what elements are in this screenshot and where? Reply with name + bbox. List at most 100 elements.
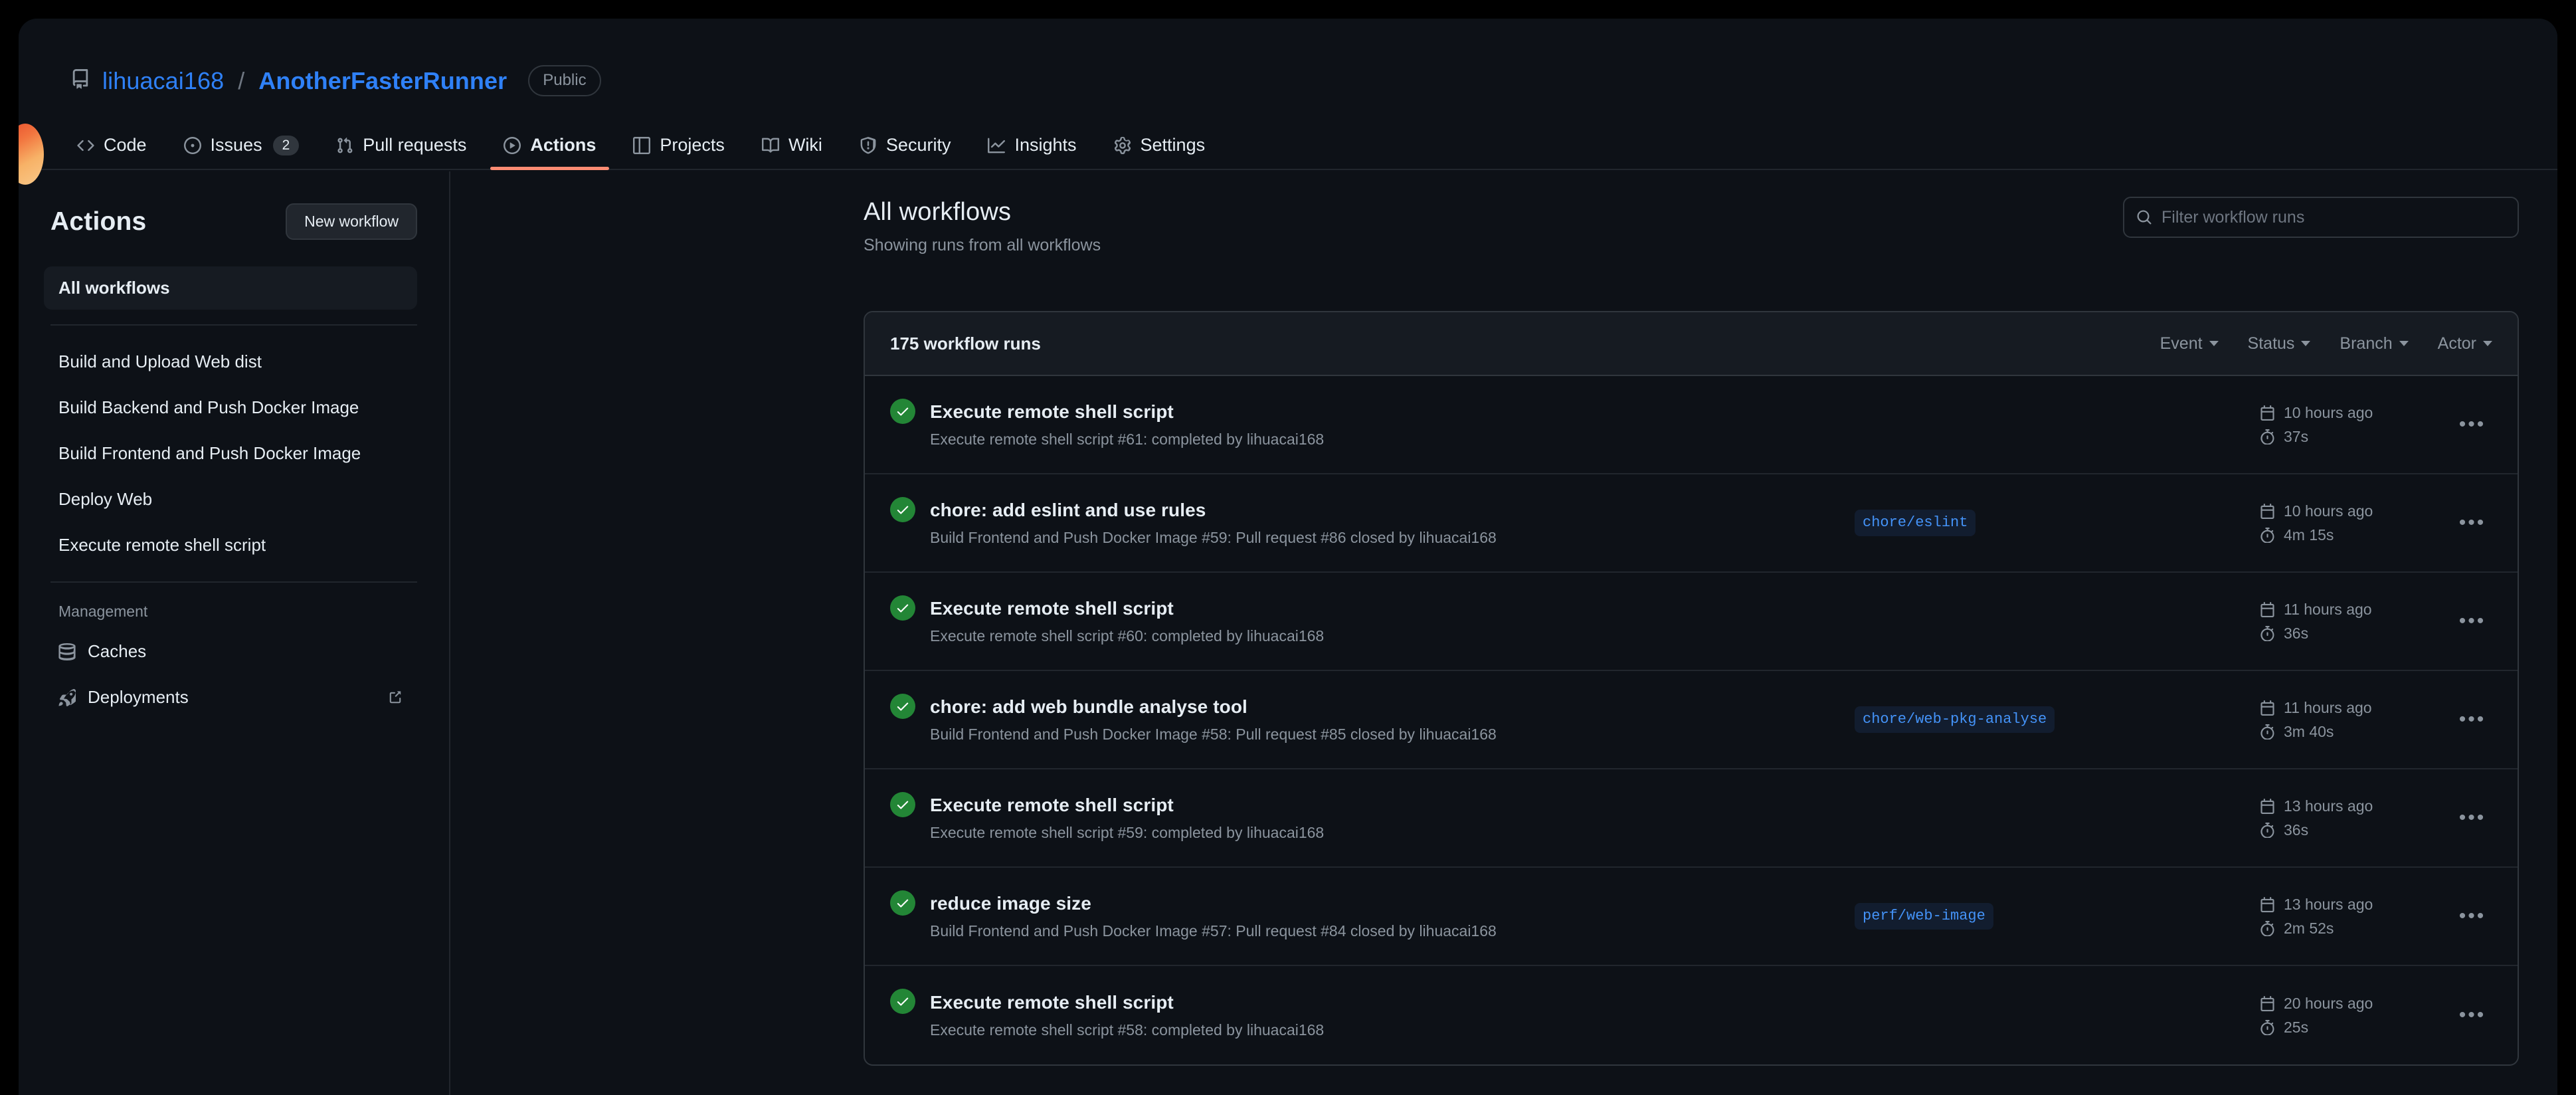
run-branch-cell: perf/web-image [1848,902,2260,930]
run-meta: Build Frontend and Push Docker Image #58… [930,725,1497,743]
filter-status-dropdown[interactable]: Status [2248,334,2311,353]
status-success-icon [890,497,915,522]
actions-sidebar: Actions New workflow All workflows Build… [19,171,450,1095]
run-title-link[interactable]: Execute remote shell script [930,598,1848,619]
run-title-link[interactable]: Execute remote shell script [930,401,1848,423]
branch-tag[interactable]: chore/eslint [1855,509,1976,537]
row-options-button[interactable]: ••• [2452,906,2492,926]
branch-tag[interactable]: perf/web-image [1855,902,1993,930]
sidebar-item-workflow-3[interactable]: Deploy Web [44,478,417,521]
run-meta: Execute remote shell script #60: complet… [930,627,1325,645]
table-row-2[interactable]: Execute remote shell script Execute remo… [865,573,2518,671]
row-options-button[interactable]: ••• [2452,808,2492,828]
page-title: Actions [50,207,147,236]
sidebar-item-workflow-4[interactable]: Execute remote shell script [44,524,417,567]
sidebar-item-caches[interactable]: Caches [44,630,417,673]
status-success-icon [890,595,915,621]
tab-issues[interactable]: Issues 2 [171,135,313,170]
workflow-runs-filters: Event Status Branch Actor [2160,334,2492,353]
new-workflow-button[interactable]: New workflow [286,203,417,240]
row-options-button[interactable]: ••• [2452,611,2492,631]
table-row-6[interactable]: Execute remote shell script Execute remo… [865,966,2518,1064]
run-branch-cell: chore/eslint [1848,509,2260,537]
calendar-icon [2260,995,2275,1011]
visibility-badge: Public [528,65,601,96]
tab-label: Code [104,135,147,155]
filter-actor-dropdown[interactable]: Actor [2438,334,2492,353]
run-timestamp: 10 hours ago [2260,502,2452,520]
row-options-button[interactable]: ••• [2452,415,2492,435]
workflow-runs-toolbar: 175 workflow runs Event Status Branch Ac… [865,312,2518,376]
branch-tag[interactable]: chore/web-pkg-analyse [1855,706,2055,734]
search-icon [2136,209,2152,225]
tab-label: Insights [1014,135,1077,155]
sidebar-item-label: Caches [88,641,147,661]
calendar-icon [2260,601,2275,617]
main-content: All workflows Showing runs from all work… [452,171,2557,1095]
chevron-down-icon [2209,341,2219,346]
run-duration: 4m 15s [2260,526,2452,544]
run-info: Execute remote shell script Execute remo… [930,401,1848,448]
row-options-button[interactable]: ••• [2452,710,2492,730]
tab-actions[interactable]: Actions [490,135,610,170]
tab-pull-requests[interactable]: Pull requests [323,135,480,170]
filter-branch-dropdown[interactable]: Branch [2340,334,2409,353]
stopwatch-icon [2260,822,2275,838]
run-time-cell: 11 hours ago 36s [2260,601,2452,643]
run-duration: 25s [2260,1019,2452,1037]
table-row-1[interactable]: chore: add eslint and use rules Build Fr… [865,474,2518,573]
sidebar-divider-2 [50,581,417,583]
main-header: All workflows Showing runs from all work… [452,197,2557,278]
tab-settings[interactable]: Settings [1101,135,1219,170]
run-title-link[interactable]: reduce image size [930,893,1848,914]
run-title-link[interactable]: Execute remote shell script [930,795,1848,816]
issue-icon [183,136,201,154]
filter-event-dropdown[interactable]: Event [2160,334,2219,353]
gear-icon [1114,136,1131,154]
table-row-4[interactable]: Execute remote shell script Execute remo… [865,769,2518,868]
row-options-button[interactable]: ••• [2452,513,2492,533]
stopwatch-icon [2260,429,2275,445]
tab-insights[interactable]: Insights [974,135,1089,170]
run-duration: 2m 52s [2260,920,2452,938]
table-row-5[interactable]: reduce image size Build Frontend and Pus… [865,868,2518,966]
tab-label: Actions [530,135,597,155]
run-duration: 37s [2260,428,2452,446]
breadcrumb-separator: / [238,66,245,94]
run-title-link[interactable]: chore: add eslint and use rules [930,500,1848,521]
run-duration: 3m 40s [2260,723,2452,741]
search-input[interactable] [2162,207,2506,227]
code-icon [77,137,94,154]
table-row-3[interactable]: chore: add web bundle analyse tool Build… [865,671,2518,769]
sidebar-item-workflow-0[interactable]: Build and Upload Web dist [44,340,417,383]
row-options-button[interactable]: ••• [2452,1005,2492,1025]
run-timestamp: 13 hours ago [2260,797,2452,815]
status-success-icon [890,399,915,424]
breadcrumb: lihuacai168 / AnotherFasterRunner Public [70,65,601,96]
tab-code[interactable]: Code [64,135,160,170]
sidebar-item-all-workflows[interactable]: All workflows [44,266,417,310]
sidebar-item-workflow-1[interactable]: Build Backend and Push Docker Image [44,386,417,429]
table-row-0[interactable]: Execute remote shell script Execute remo… [865,376,2518,474]
run-duration: 36s [2260,625,2452,643]
cache-icon [58,643,76,660]
run-title-link[interactable]: chore: add web bundle analyse tool [930,696,1848,718]
sidebar-item-workflow-2[interactable]: Build Frontend and Push Docker Image [44,432,417,475]
repo-nav-tabs: Code Issues 2 Pull requests Actions Proj… [64,125,1229,170]
sidebar-item-deployments[interactable]: Deployments [44,676,417,719]
tab-label: Pull requests [363,135,467,155]
chevron-down-icon [2483,341,2492,346]
tab-security[interactable]: Security [846,135,965,170]
filter-workflow-runs-box[interactable] [2123,197,2519,238]
run-meta: Execute remote shell script #58: complet… [930,1021,1325,1039]
calendar-icon [2260,896,2275,912]
tab-wiki[interactable]: Wiki [749,135,836,170]
tab-label: Projects [660,135,725,155]
repo-name-link[interactable]: AnotherFasterRunner [258,68,507,93]
tab-projects[interactable]: Projects [620,135,738,170]
run-timestamp: 20 hours ago [2260,995,2452,1013]
run-meta: Execute remote shell script #61: complet… [930,430,1325,448]
repo-owner-link[interactable]: lihuacai168 [102,68,224,93]
run-title-link[interactable]: Execute remote shell script [930,992,1848,1013]
status-success-icon [890,989,915,1014]
